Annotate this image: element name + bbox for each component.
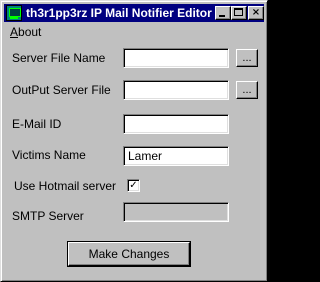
minimize-button[interactable] — [215, 6, 231, 20]
title-bar[interactable]: th3r1pp3rz IP Mail Notifier Editor × — [4, 4, 264, 22]
server-file-name-label: Server File Name — [12, 51, 106, 65]
server-file-name-field[interactable] — [123, 48, 229, 68]
menu-about[interactable]: About — [10, 25, 41, 39]
make-changes-button[interactable]: Make Changes — [68, 242, 190, 266]
output-server-file-label: OutPut Server File — [12, 83, 111, 97]
output-server-file-field[interactable] — [123, 80, 229, 100]
window-title: th3r1pp3rz IP Mail Notifier Editor — [26, 6, 212, 20]
output-server-file-browse-button[interactable]: ... — [236, 81, 258, 99]
minimize-icon — [219, 15, 225, 17]
email-id-label: E-Mail ID — [12, 117, 62, 131]
smtp-server-field[interactable] — [123, 202, 229, 222]
email-id-field[interactable] — [123, 114, 229, 134]
app-icon[interactable] — [6, 5, 22, 21]
victims-name-field[interactable] — [123, 146, 229, 166]
maximize-button[interactable] — [231, 6, 247, 20]
victims-name-label: Victims Name — [12, 148, 86, 162]
maximize-icon — [234, 8, 243, 16]
menu-bar: About — [4, 23, 264, 41]
main-window: th3r1pp3rz IP Mail Notifier Editor × Abo… — [0, 0, 268, 282]
checkmark-icon: ✓ — [129, 180, 138, 191]
use-hotmail-checkbox[interactable]: ✓ — [127, 179, 140, 192]
server-file-browse-button[interactable]: ... — [236, 49, 258, 67]
close-button[interactable]: × — [248, 6, 264, 20]
use-hotmail-label: Use Hotmail server — [14, 179, 117, 193]
menu-about-label: bout — [18, 25, 42, 39]
menu-about-accelerator: A — [10, 25, 19, 39]
smtp-server-label: SMTP Server — [12, 209, 84, 223]
close-icon: × — [251, 7, 261, 18]
